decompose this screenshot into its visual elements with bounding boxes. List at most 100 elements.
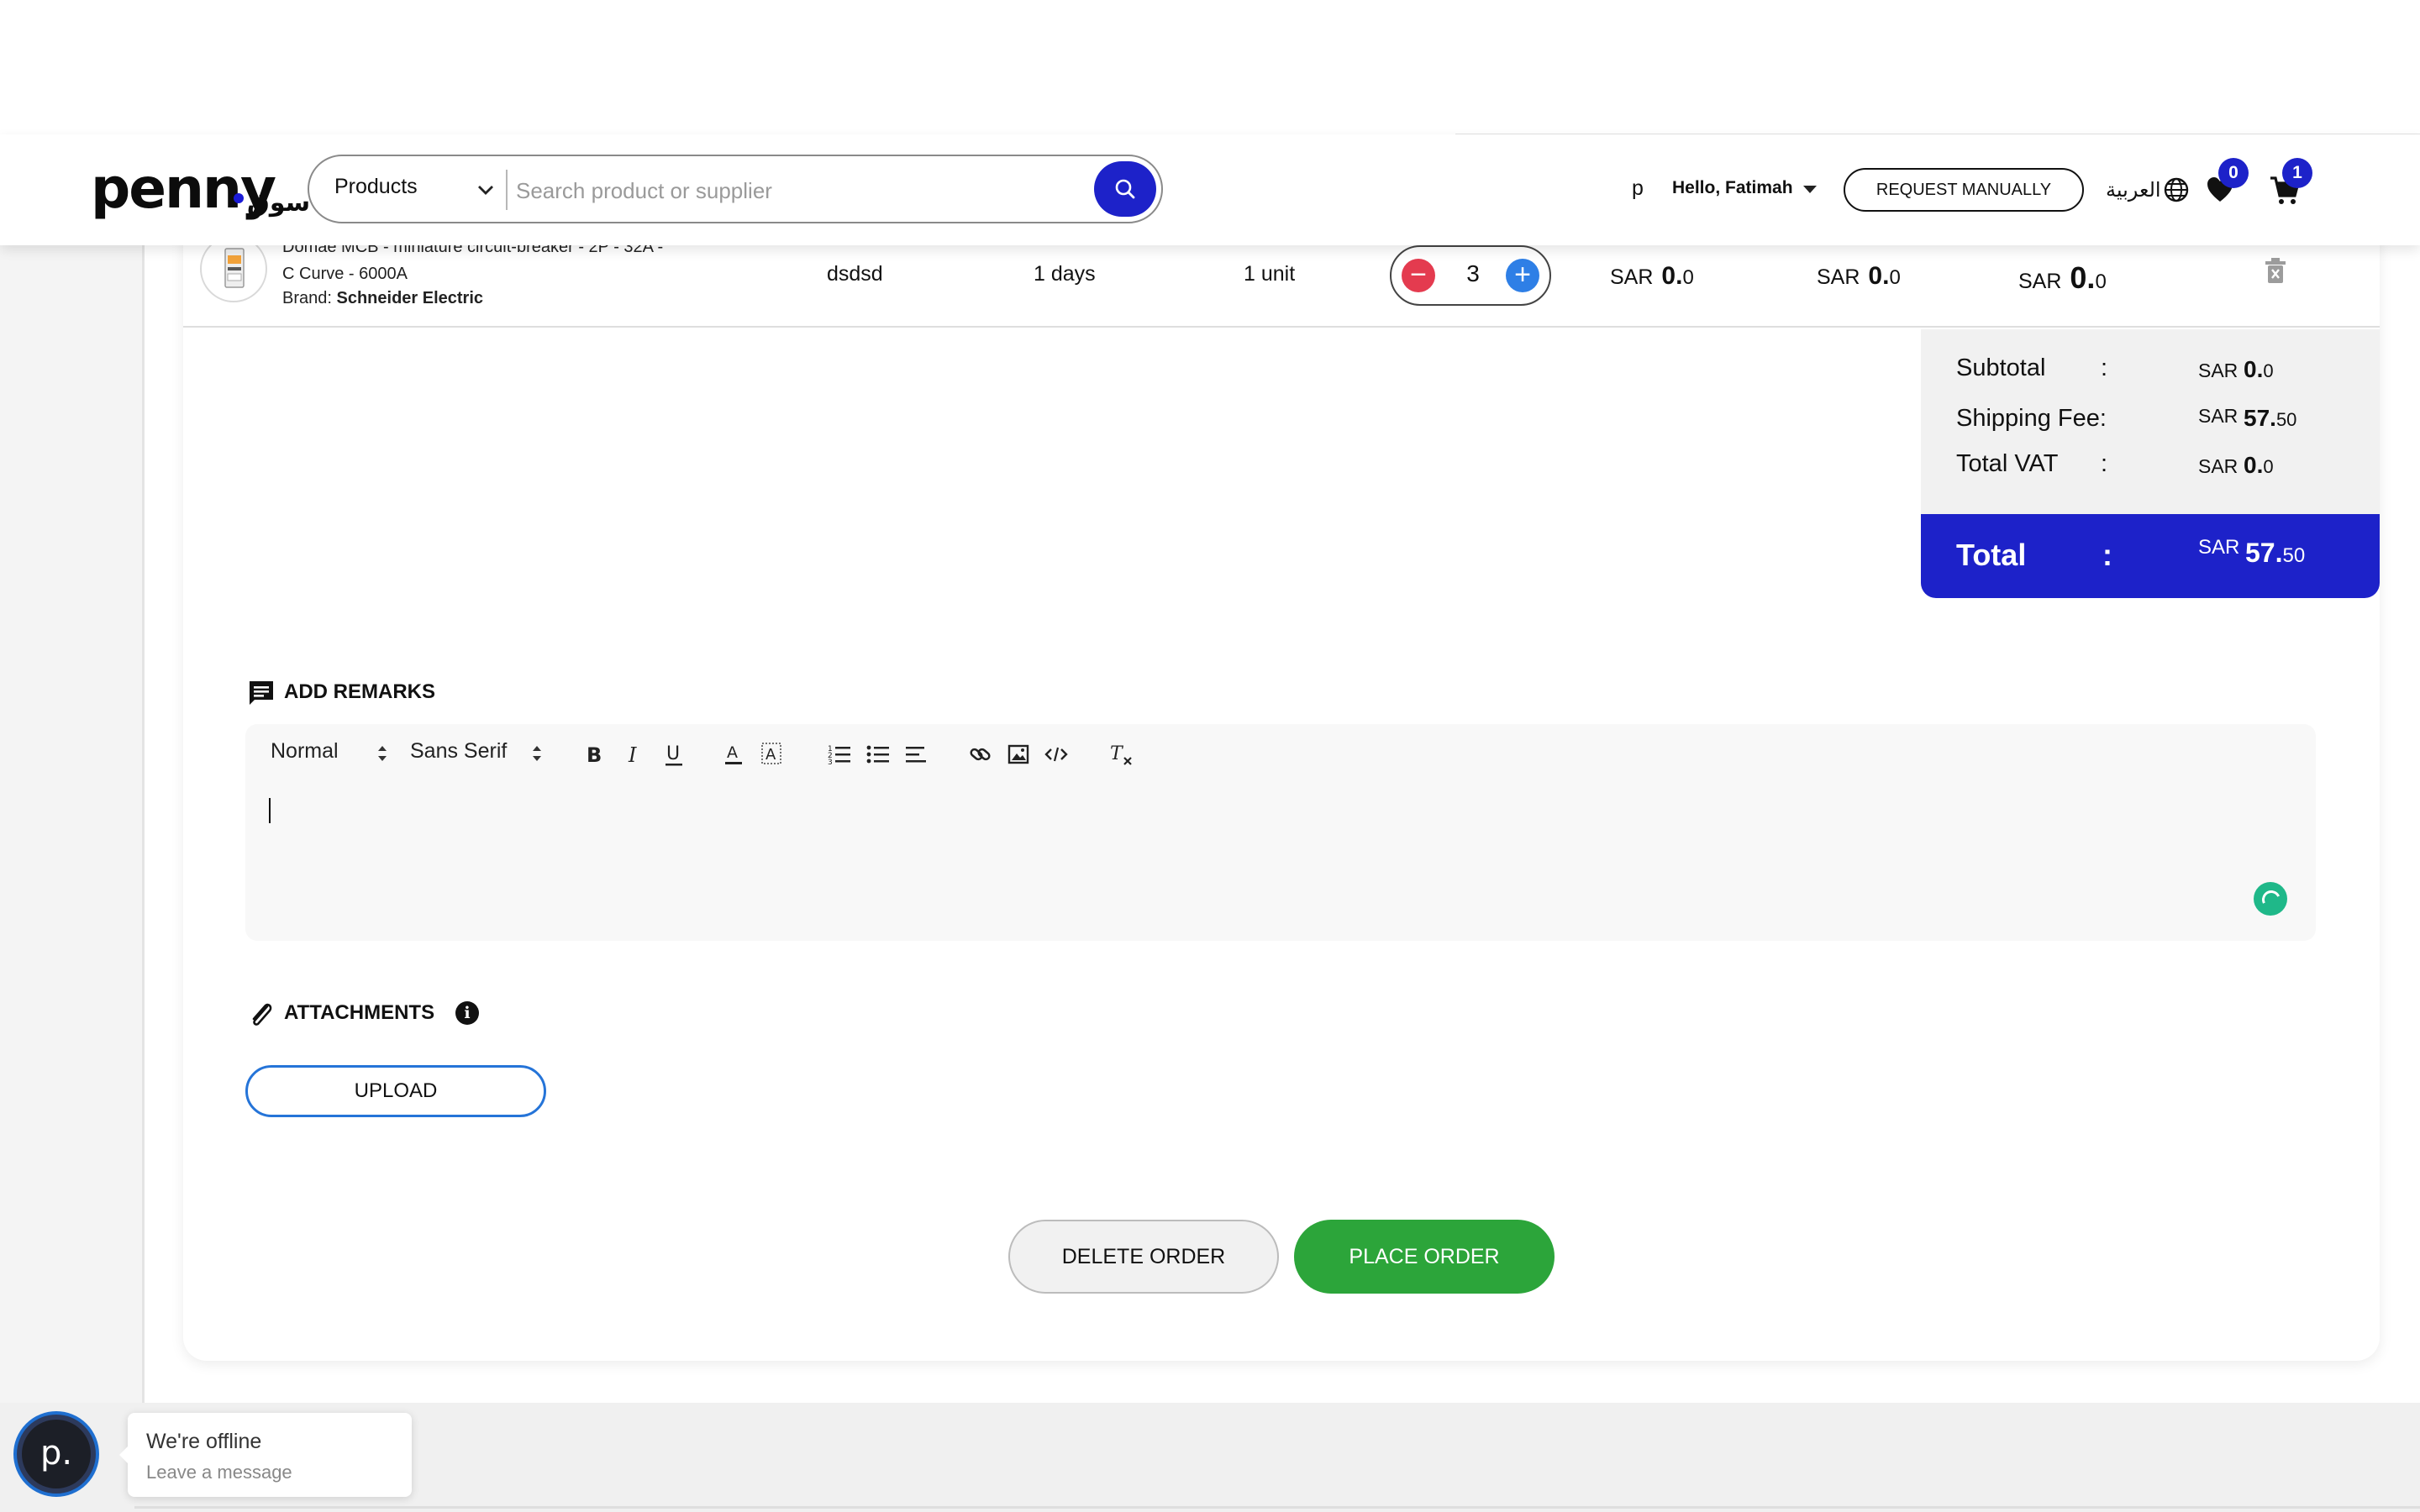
- shipping-decimal: 50: [2275, 409, 2297, 430]
- background-color-icon[interactable]: A: [760, 741, 783, 768]
- attachments-info-icon[interactable]: i: [455, 1001, 479, 1025]
- subtotal-currency: SAR: [2198, 360, 2238, 381]
- top-blank-area: [0, 0, 2420, 134]
- grand-total-colon: :: [2102, 538, 2112, 572]
- vat-total-value: 0.0: [2244, 452, 2274, 479]
- logo-dot: [234, 193, 244, 203]
- search-separator: [506, 170, 508, 210]
- clear-format-icon[interactable]: T: [1107, 741, 1134, 768]
- font-select-arrows-icon[interactable]: [531, 744, 543, 763]
- chat-avatar: p.: [22, 1420, 91, 1488]
- unit-cell: 1 unit: [1244, 262, 1296, 286]
- search-input[interactable]: [514, 168, 971, 213]
- bullet-list-icon[interactable]: [865, 743, 891, 766]
- chat-launcher[interactable]: p.: [13, 1411, 99, 1497]
- vat-total-currency: SAR: [2198, 455, 2238, 477]
- row-total-price: SAR 0.0: [2018, 260, 2107, 296]
- caret-down-icon[interactable]: [1803, 186, 1817, 193]
- supplier-cell: dsdsd: [827, 262, 883, 286]
- attachments-title: ATTACHMENTS: [284, 1001, 435, 1024]
- comment-icon: [250, 681, 273, 705]
- chevron-down-icon[interactable]: [474, 178, 497, 202]
- vat-currency: SAR: [1817, 265, 1860, 289]
- link-icon[interactable]: [968, 743, 993, 766]
- chat-status-title: We're offline: [146, 1430, 262, 1453]
- search-button[interactable]: [1094, 161, 1156, 217]
- search-bar: Products: [308, 155, 1163, 223]
- align-icon[interactable]: [904, 743, 929, 766]
- globe-icon[interactable]: [2163, 176, 2190, 203]
- brand-label: Brand:: [282, 289, 332, 307]
- quantity-stepper: − 3 +: [1390, 245, 1551, 306]
- row-divider: [183, 326, 2380, 328]
- delete-order-button[interactable]: DELETE ORDER: [1008, 1220, 1279, 1294]
- wishlist-count-badge: 0: [2218, 158, 2249, 188]
- grand-total-bar: Total : SAR 57.50: [1921, 514, 2380, 598]
- place-order-button[interactable]: PLACE ORDER: [1294, 1220, 1555, 1294]
- bold-icon[interactable]: B: [583, 743, 605, 766]
- chat-status-bubble[interactable]: We're offline Leave a message: [119, 1413, 412, 1497]
- subtotal-label: Subtotal: [1956, 354, 2046, 381]
- svg-text:A: A: [765, 746, 776, 764]
- code-icon[interactable]: [1044, 743, 1069, 766]
- user-greeting[interactable]: Hello, Fatimah: [1672, 178, 1793, 198]
- language-switch[interactable]: العربية: [2106, 178, 2161, 202]
- svg-text:A: A: [727, 743, 738, 762]
- price-currency: SAR: [1610, 265, 1654, 289]
- chat-status-subtitle: Leave a message: [146, 1462, 292, 1483]
- underline-icon[interactable]: U: [662, 741, 686, 768]
- unit-price: SAR 0.0: [1610, 262, 1694, 291]
- vat-total-decimal: 0: [2263, 456, 2274, 477]
- subtotal-value: 0.0: [2244, 356, 2274, 383]
- quantity-value[interactable]: 3: [1459, 260, 1487, 287]
- request-manually-button[interactable]: REQUEST MANUALLY: [1844, 168, 2084, 212]
- lead-time-cell: 1 days: [1034, 262, 1096, 286]
- shipping-currency: SAR: [2198, 405, 2238, 427]
- loading-spinner-icon: [2254, 882, 2287, 916]
- svg-text:B: B: [587, 743, 602, 766]
- text-color-icon[interactable]: A: [723, 741, 744, 768]
- ordered-list-icon[interactable]: 123: [827, 743, 852, 766]
- svg-text:I: I: [628, 743, 637, 766]
- bottom-divider: [134, 1506, 2420, 1509]
- remarks-title: ADD REMARKS: [284, 680, 435, 703]
- shipping-amount: 57.: [2244, 405, 2276, 431]
- subtotal-colon: :: [2101, 354, 2108, 381]
- font-select[interactable]: Sans Serif: [410, 739, 507, 764]
- svg-text:U: U: [666, 743, 680, 764]
- row-total-currency: SAR: [2018, 270, 2062, 293]
- grand-total-currency: SAR: [2198, 536, 2240, 559]
- image-icon[interactable]: [1007, 743, 1032, 766]
- remarks-editor[interactable]: Normal Sans Serif B I U A A 123 T: [245, 724, 2316, 941]
- grand-total-decimal: 50: [2282, 544, 2306, 567]
- shipping-label: Shipping Fee:: [1956, 405, 2107, 432]
- circuit-breaker-icon: [224, 248, 245, 288]
- site-header: penny سوق Products p Hello, Fatimah REQU…: [0, 134, 2420, 245]
- vat-label: Total VAT: [1956, 450, 2059, 477]
- price-decimal: 0: [1682, 266, 1694, 289]
- vat-amount: 0.: [1868, 262, 1890, 290]
- vat-price: SAR 0.0: [1817, 262, 1901, 291]
- product-thumbnail[interactable]: [200, 235, 267, 302]
- vat-colon: :: [2101, 450, 2108, 477]
- increase-quantity-button[interactable]: +: [1506, 259, 1539, 292]
- logo-arabic-text: سوق: [247, 188, 311, 218]
- vat-decimal: 0: [1889, 266, 1901, 289]
- upload-button[interactable]: UPLOAD: [245, 1065, 546, 1117]
- cart-count-badge: 1: [2282, 158, 2312, 188]
- user-initial: p: [1632, 176, 1644, 200]
- order-summary: Subtotal : SAR 0.0 Shipping Fee: SAR 57.…: [1921, 329, 2380, 514]
- shipping-value: 57.50: [2244, 405, 2296, 432]
- row-total-decimal: 0: [2095, 270, 2107, 293]
- row-total-amount: 0.: [2070, 260, 2096, 295]
- decrease-quantity-button[interactable]: −: [1402, 259, 1435, 292]
- delete-item-icon[interactable]: [2264, 257, 2287, 284]
- format-select[interactable]: Normal: [271, 739, 339, 764]
- search-category-select[interactable]: Products: [334, 175, 418, 199]
- vat-total-amount: 0.: [2244, 452, 2264, 478]
- svg-text:3: 3: [828, 759, 833, 766]
- subtotal-amount: 0.: [2244, 356, 2264, 382]
- format-select-arrows-icon[interactable]: [376, 744, 388, 763]
- italic-icon[interactable]: I: [623, 743, 645, 766]
- grand-total-value: 57.50: [2245, 538, 2305, 569]
